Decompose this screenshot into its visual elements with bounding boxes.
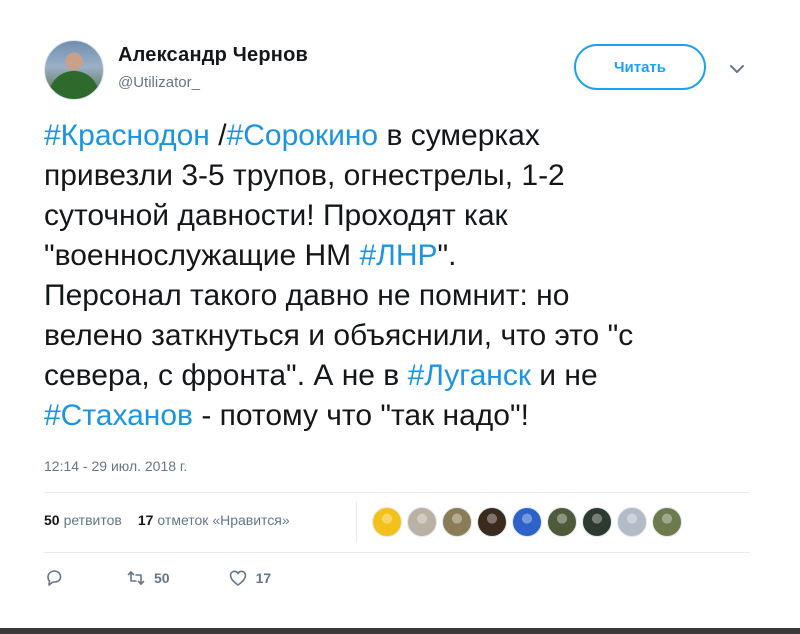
- liker-avatar[interactable]: [652, 507, 682, 537]
- hashtag-link[interactable]: #Сорокино: [227, 119, 379, 152]
- tweet-line: #Стаханов - потому что "так надо"!: [44, 396, 744, 436]
- reply-icon: [47, 570, 62, 586]
- tweet-text-segment: /: [209, 119, 227, 152]
- likes-count: 17: [137, 512, 154, 528]
- liker-avatar[interactable]: [372, 507, 402, 537]
- liker-avatar[interactable]: [547, 507, 577, 537]
- author-handle[interactable]: @Utilizator_: [118, 74, 200, 91]
- stats-separator: [356, 502, 357, 542]
- likes-label: отметок «Нравится»: [157, 512, 290, 528]
- liker-avatar[interactable]: [512, 507, 542, 537]
- liker-avatar[interactable]: [617, 507, 647, 537]
- bottom-edge: [0, 628, 800, 634]
- tweet-text-segment: севера, с фронта". А не в: [44, 359, 408, 392]
- retweets-count: 50: [44, 512, 60, 528]
- tweet-stats: 50 ретвитов 17 отметок «Нравится»: [44, 512, 290, 528]
- tweet-text-segment: "военнослужащие НМ: [44, 239, 360, 272]
- liker-avatar[interactable]: [442, 507, 472, 537]
- retweets-stat[interactable]: 50 ретвитов: [44, 512, 122, 528]
- tweet-actions: 50 17: [44, 568, 271, 588]
- tweet-line: #Краснодон /#Сорокино в сумерках: [44, 116, 744, 156]
- hashtag-link[interactable]: #ЛНР: [359, 239, 437, 272]
- tweet-text-segment: ".: [437, 239, 457, 272]
- tweet-text-segment: - потому что "так надо"!: [192, 399, 529, 432]
- hashtag-link[interactable]: #Луганск: [408, 359, 531, 392]
- tweet-text-segment: в сумерках: [378, 119, 540, 152]
- tweet-timestamp[interactable]: 12:14 - 29 июл. 2018 г.: [44, 458, 187, 474]
- liker-avatar[interactable]: [477, 507, 507, 537]
- divider: [44, 492, 750, 493]
- tweet-card: Александр Чернов @Utilizator_ Читать #Кр…: [0, 0, 800, 634]
- tweet-text-segment: суточной давности! Проходят как: [44, 199, 508, 232]
- like-count: 17: [255, 570, 272, 586]
- retweet-icon: [127, 571, 145, 585]
- like-button[interactable]: 17: [228, 568, 272, 588]
- tweet-text-segment: привезли 3-5 трупов, огнестрелы, 1-2: [44, 159, 565, 192]
- retweets-label: ретвитов: [63, 512, 122, 528]
- liker-avatar[interactable]: [407, 507, 437, 537]
- follow-button[interactable]: Читать: [574, 44, 706, 90]
- tweet-line: "военнослужащие НМ #ЛНР".: [44, 236, 744, 276]
- heart-icon: [229, 570, 246, 586]
- divider: [44, 552, 750, 553]
- liker-avatar[interactable]: [582, 507, 612, 537]
- likes-stat[interactable]: 17 отметок «Нравится»: [138, 512, 290, 528]
- tweet-line: привезли 3-5 трупов, огнестрелы, 1-2: [44, 156, 744, 196]
- tweet-text-segment: велено заткнуться и объяснили, что это "…: [44, 319, 634, 352]
- avatar[interactable]: [44, 40, 104, 100]
- hashtag-link[interactable]: #Краснодон: [44, 119, 210, 152]
- tweet-line: велено заткнуться и объяснили, что это "…: [44, 316, 744, 356]
- retweet-count: 50: [154, 570, 170, 586]
- tweet-line: суточной давности! Проходят как: [44, 196, 744, 236]
- tweet-text-segment: Персонал такого давно не помнит: но: [44, 279, 570, 312]
- likers-avatars: [372, 507, 682, 537]
- tweet-text-segment: и не: [530, 359, 598, 392]
- author-name[interactable]: Александр Чернов: [118, 44, 308, 67]
- tweet-line: севера, с фронта". А не в #Луганск и не: [44, 356, 744, 396]
- tweet-text: #Краснодон /#Сорокино в сумерках привезли…: [44, 116, 744, 436]
- chevron-down-icon[interactable]: [728, 60, 746, 78]
- hashtag-link[interactable]: #Стаханов: [44, 399, 193, 432]
- reply-button[interactable]: [44, 568, 64, 588]
- tweet-line: Персонал такого давно не помнит: но: [44, 276, 744, 316]
- retweet-button[interactable]: 50: [126, 568, 170, 588]
